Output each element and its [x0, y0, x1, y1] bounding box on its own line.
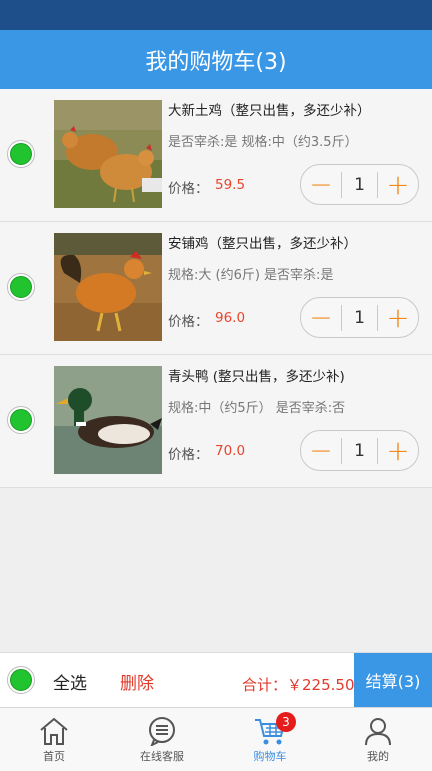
cart-badge: 3 [276, 712, 296, 732]
price-label: 价格： [168, 447, 209, 463]
item-name[interactable]: 安铺鸡（整只出售，多还少补） [168, 232, 357, 252]
item-spec: 规格:中（约5斤） 是否宰杀:否 [168, 401, 346, 416]
delete-button[interactable]: 删除 [120, 669, 154, 694]
item-price: 59.5 [215, 177, 246, 193]
quantity-stepper: − 1 + [300, 164, 419, 205]
decrease-quantity-button[interactable]: − [301, 165, 341, 204]
home-icon [40, 717, 68, 745]
chicken-pair-icon[interactable] [54, 100, 162, 208]
check-dot-icon [10, 143, 32, 165]
cart-list: 大新土鸡（整只出售，多还少补） 是否宰杀:是 规格:中（约3.5斤） 价格： 5… [0, 89, 432, 488]
quantity-value[interactable]: 1 [341, 437, 378, 464]
price-label: 价格： [168, 314, 209, 330]
price-label: 价格： [168, 181, 209, 197]
item-spec: 是否宰杀:是 规格:中（约3.5斤） [168, 135, 358, 150]
check-dot-icon [10, 409, 32, 431]
decrease-quantity-button[interactable]: − [301, 431, 341, 470]
rooster-icon[interactable] [54, 233, 162, 341]
item-select-checkbox[interactable] [7, 140, 35, 168]
check-dot-icon [10, 669, 32, 691]
checkout-bar: 全选 删除 合计：￥225.50 结算(3) [0, 652, 432, 707]
quantity-stepper: − 1 + [300, 297, 419, 338]
title-bar: 我的购物车(3) [0, 30, 432, 89]
decrease-quantity-button[interactable]: − [301, 298, 341, 337]
tab-label: 在线客服 [140, 750, 184, 763]
tab-label: 购物车 [253, 750, 287, 763]
increase-quantity-button[interactable]: + [378, 298, 418, 337]
tab-label: 我的 [367, 750, 389, 763]
quantity-value[interactable]: 1 [341, 304, 378, 331]
select-all-checkbox[interactable] [7, 666, 35, 694]
item-select-checkbox[interactable] [7, 406, 35, 434]
increase-quantity-button[interactable]: + [378, 165, 418, 204]
cart-item: 安铺鸡（整只出售，多还少补） 规格:大 (约6斤) 是否宰杀:是 价格： 96.… [0, 222, 432, 355]
item-name[interactable]: 青头鸭 (整只出售，多还少补) [168, 365, 345, 385]
item-spec: 规格:大 (约6斤) 是否宰杀:是 [168, 268, 334, 283]
item-price: 70.0 [215, 443, 246, 459]
item-price: 96.0 [215, 310, 246, 326]
check-dot-icon [10, 276, 32, 298]
bottom-tab-bar: 首页 在线客服 3 购物车 我的 [0, 707, 432, 771]
tab-profile[interactable]: 我的 [324, 708, 432, 771]
status-bar [0, 0, 432, 30]
chat-icon [149, 717, 175, 746]
tab-customer-service[interactable]: 在线客服 [108, 708, 216, 771]
checkout-button[interactable]: 结算(3) [354, 653, 432, 707]
select-all-label[interactable]: 全选 [53, 669, 87, 694]
quantity-value[interactable]: 1 [341, 171, 378, 198]
cart-item: 大新土鸡（整只出售，多还少补） 是否宰杀:是 规格:中（约3.5斤） 价格： 5… [0, 89, 432, 222]
user-icon [365, 718, 391, 746]
quantity-stepper: − 1 + [300, 430, 419, 471]
item-select-checkbox[interactable] [7, 273, 35, 301]
tab-home[interactable]: 首页 [0, 708, 108, 771]
tab-cart[interactable]: 3 购物车 [216, 708, 324, 771]
mallard-duck-icon[interactable] [54, 366, 162, 474]
tab-label: 首页 [43, 750, 65, 763]
increase-quantity-button[interactable]: + [378, 431, 418, 470]
item-name[interactable]: 大新土鸡（整只出售，多还少补） [168, 99, 371, 119]
cart-item: 青头鸭 (整只出售，多还少补) 规格:中（约5斤） 是否宰杀:否 价格： 70.… [0, 355, 432, 488]
page-title: 我的购物车(3) [145, 49, 287, 75]
total-amount: 合计：￥225.50 [242, 676, 355, 694]
